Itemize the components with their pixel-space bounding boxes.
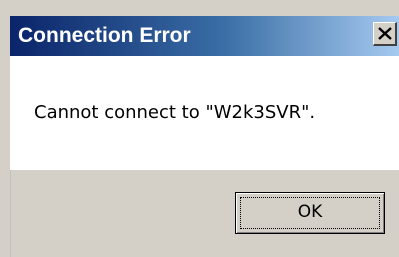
button-bar: OK [10,170,399,257]
error-message: Cannot connect to "W2k3SVR". [34,102,316,123]
close-button[interactable] [373,22,397,46]
ok-button-label: OK [297,202,323,222]
message-area: Cannot connect to "W2k3SVR". [10,56,399,170]
title-bar[interactable]: Connection Error [10,16,399,56]
close-icon [378,27,392,40]
connection-error-dialog: Connection Error Cannot connect to "W2k3… [0,0,399,257]
dialog-title: Connection Error [18,24,191,47]
ok-button[interactable]: OK [235,192,385,234]
